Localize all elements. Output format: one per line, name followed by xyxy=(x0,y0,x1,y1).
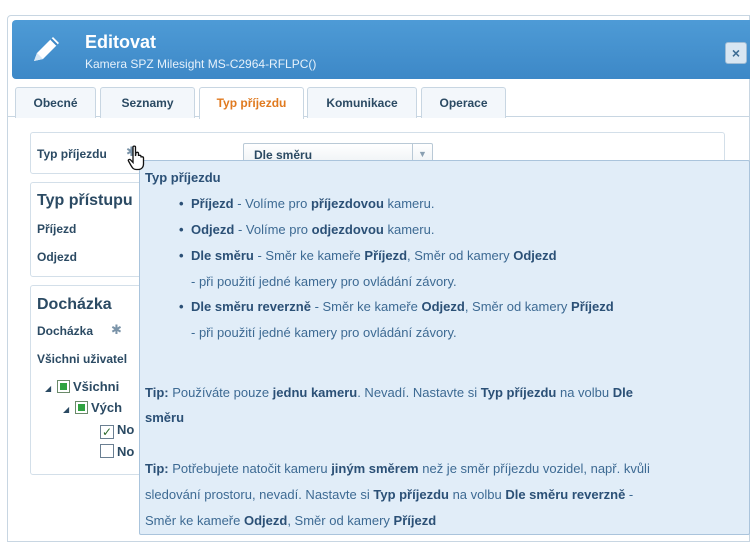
tab-typ-prijezdu[interactable]: Typ příjezdu xyxy=(199,87,304,119)
tab-obecne[interactable]: Obecné xyxy=(15,87,96,118)
tooltip-bullet: Dle směru reverzně - Směr ke kameře Odje… xyxy=(179,299,614,314)
tree-node-all[interactable]: ◢ Všichni xyxy=(45,379,119,394)
tree-node-default[interactable]: ◢ Vých xyxy=(63,400,122,415)
tooltip-note: - při použití jedné kamery pro ovládání … xyxy=(191,274,457,289)
tab-komunikace[interactable]: Komunikace xyxy=(307,87,417,118)
tab-operace[interactable]: Operace xyxy=(421,87,506,118)
tab-bar: Obecné Seznamy Typ příjezdu Komunikace O… xyxy=(8,87,750,119)
dialog-titlebar: Editovat Kamera SPZ Milesight MS-C2964-R… xyxy=(12,20,750,79)
arrival-type-label: Typ příjezdu xyxy=(37,147,107,161)
tooltip-title: Typ příjezdu xyxy=(145,170,221,185)
partial-check-icon[interactable] xyxy=(57,380,70,393)
close-button[interactable]: × xyxy=(725,42,747,64)
tab-seznamy[interactable]: Seznamy xyxy=(100,87,195,118)
tooltip-tip-1: Tip: Používáte pouze jednu kameru. Nevad… xyxy=(145,385,633,400)
hand-pointer-icon xyxy=(127,145,145,171)
tooltip-bullet: Dle směru - Směr ke kameře Příjezd, Směr… xyxy=(179,248,557,263)
partial-check-icon[interactable] xyxy=(75,401,88,414)
dialog-subtitle: Kamera SPZ Milesight MS-C2964-RFLPC() xyxy=(85,57,317,71)
tree-node-leaf[interactable]: ✓ No xyxy=(100,422,134,439)
all-users-label: Všichni uživatel xyxy=(37,352,128,366)
tooltip-tip-2-line3: Směr ke kameře Odjezd, Směr od kamery Př… xyxy=(145,513,437,528)
gear-icon[interactable]: ✱ xyxy=(111,322,122,338)
tooltip-tip-1-cont: směru xyxy=(145,410,185,425)
tooltip-tip-2: Tip: Potřebujete natočit kameru jiným sm… xyxy=(145,461,650,476)
dialog-title: Editovat xyxy=(85,32,157,52)
access-row-departure: Odjezd xyxy=(37,250,78,264)
tooltip-tip-2-line2: sledování prostoru, nevadí. Nastavte si … xyxy=(145,487,634,502)
attendance-heading: Docházka xyxy=(37,296,112,313)
collapse-icon[interactable]: ◢ xyxy=(45,384,57,393)
help-tooltip: Typ příjezdu Příjezd - Volíme pro příjez… xyxy=(139,160,750,535)
tooltip-bullet: Příjezd - Volíme pro příjezdovou kameru. xyxy=(179,196,434,211)
access-row-arrival: Příjezd xyxy=(37,222,77,236)
access-type-heading: Typ přístupu xyxy=(37,192,133,209)
checkbox-unchecked[interactable] xyxy=(100,444,114,458)
tree-node-leaf[interactable]: No xyxy=(100,444,134,459)
tooltip-bullet: Odjezd - Volíme pro odjezdovou kameru. xyxy=(179,222,434,237)
tooltip-note: - při použití jedné kamery pro ovládání … xyxy=(191,325,457,340)
checkbox-checked[interactable]: ✓ xyxy=(100,425,114,439)
pencil-icon xyxy=(34,37,59,61)
attendance-label: Docházka xyxy=(37,324,94,338)
collapse-icon[interactable]: ◢ xyxy=(63,405,75,414)
